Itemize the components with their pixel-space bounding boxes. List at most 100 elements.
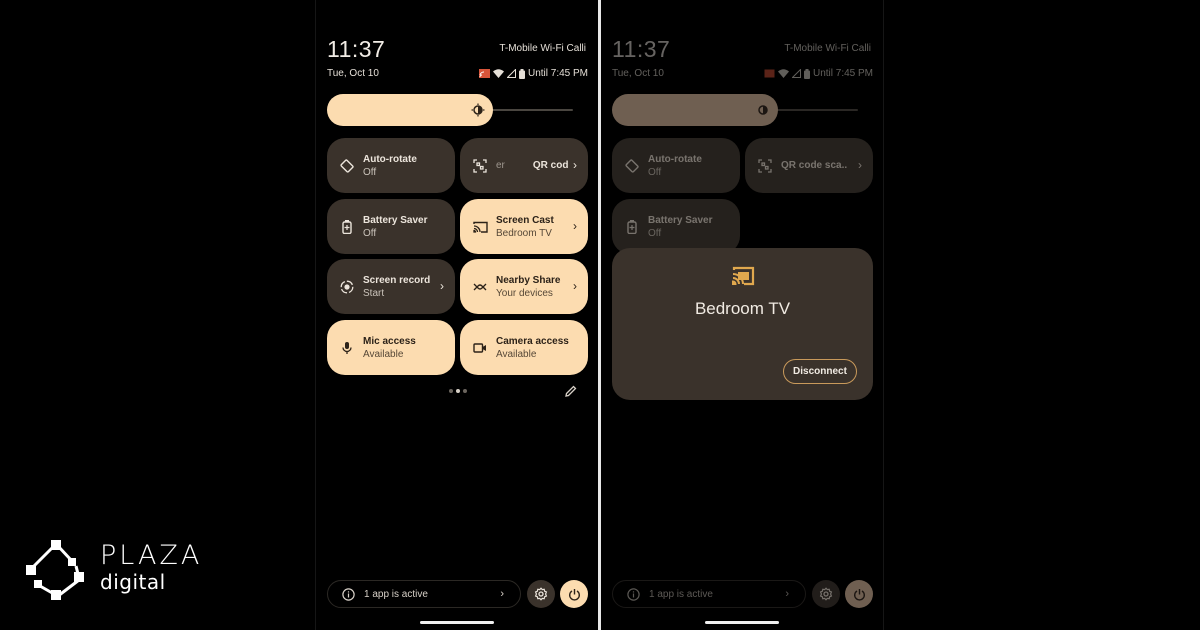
logo-text-primary: PLAZA bbox=[100, 540, 203, 571]
tile-label: Battery Saver bbox=[363, 214, 428, 226]
tile-sublabel: Available bbox=[363, 348, 404, 360]
qr-scanner-icon bbox=[472, 158, 488, 174]
brightness-fill[interactable] bbox=[327, 94, 493, 126]
tile-camera-access[interactable]: Camera access Available bbox=[460, 320, 588, 375]
page-dot bbox=[449, 389, 453, 393]
info-icon bbox=[627, 587, 640, 601]
home-gesture-bar[interactable] bbox=[705, 621, 779, 624]
date: Tue, Oct 10 bbox=[327, 68, 379, 79]
tile-auto-rotate[interactable]: Auto-rotate Off bbox=[612, 138, 740, 193]
battery-saver-icon bbox=[339, 219, 355, 235]
right-phone-screen: 11:37 Tue, Oct 10 T-Mobile Wi-Fi Calli U… bbox=[601, 0, 884, 630]
signal-icon bbox=[506, 69, 516, 78]
page-dot bbox=[463, 389, 467, 393]
tile-sublabel: Your devices bbox=[496, 287, 553, 299]
tile-mic-access[interactable]: Mic access Available bbox=[327, 320, 455, 375]
active-apps-label: 1 app is active bbox=[364, 588, 428, 600]
cast-icon bbox=[478, 69, 490, 78]
clock: 11:37 bbox=[327, 36, 386, 62]
cast-icon bbox=[764, 69, 775, 78]
settings-button[interactable] bbox=[527, 580, 555, 608]
battery-icon bbox=[803, 68, 810, 79]
qr-scanner-icon bbox=[757, 158, 773, 174]
status-bar: Until 7:45 PM bbox=[764, 68, 873, 79]
logo-mark-icon bbox=[26, 540, 84, 600]
home-gesture-bar[interactable] bbox=[420, 621, 494, 624]
screen-record-icon bbox=[339, 279, 355, 295]
battery-status: Until 7:45 PM bbox=[527, 68, 588, 79]
tile-battery-saver[interactable]: Battery Saver Off bbox=[327, 199, 455, 254]
auto-rotate-icon bbox=[339, 158, 355, 174]
power-icon bbox=[853, 588, 865, 601]
wifi-icon bbox=[492, 69, 504, 78]
tile-sublabel: Off bbox=[363, 166, 377, 178]
tile-label: Auto-rotate bbox=[363, 153, 417, 165]
camera-icon bbox=[472, 340, 488, 356]
active-apps-label: 1 app is active bbox=[649, 588, 713, 600]
battery-icon bbox=[518, 68, 525, 79]
chevron-right-icon: › bbox=[858, 158, 862, 172]
chevron-right-icon: › bbox=[785, 588, 789, 600]
tile-screen-record[interactable]: Screen record Start › bbox=[327, 259, 455, 314]
brightness-slider[interactable] bbox=[327, 94, 573, 126]
active-apps-button[interactable]: 1 app is active › bbox=[327, 580, 521, 608]
settings-button[interactable] bbox=[812, 580, 840, 608]
disconnect-button[interactable]: Disconnect bbox=[783, 359, 857, 384]
tile-label: Auto-rotate bbox=[648, 153, 702, 165]
active-apps-button[interactable]: 1 app is active › bbox=[612, 580, 806, 608]
tile-sublabel: Off bbox=[648, 227, 662, 239]
tile-sublabel: Available bbox=[496, 348, 537, 360]
chevron-right-icon: › bbox=[573, 219, 577, 233]
chevron-right-icon: › bbox=[440, 279, 444, 293]
left-phone-screen: 11:37 Tue, Oct 10 T-Mobile Wi-Fi Calli U… bbox=[315, 0, 598, 630]
nearby-share-icon bbox=[472, 279, 488, 295]
tile-label: Screen Cast bbox=[496, 214, 554, 226]
tile-qr-scanner[interactable]: er QR cod › bbox=[460, 138, 588, 193]
tile-label: Camera access bbox=[496, 335, 569, 347]
wifi-icon bbox=[777, 69, 789, 78]
chevron-right-icon: › bbox=[500, 588, 504, 600]
gear-icon bbox=[819, 587, 833, 601]
tile-label: Battery Saver bbox=[648, 214, 713, 226]
brightness-fill[interactable] bbox=[612, 94, 778, 126]
cast-icon bbox=[472, 219, 488, 235]
carrier-label: T-Mobile Wi-Fi Calli bbox=[784, 43, 871, 54]
tile-qr-scanner[interactable]: QR code sca.. › bbox=[745, 138, 873, 193]
date: Tue, Oct 10 bbox=[612, 68, 664, 79]
info-icon bbox=[342, 587, 355, 601]
tile-sublabel: Off bbox=[363, 227, 377, 239]
tile-label: Screen record bbox=[363, 274, 431, 286]
plaza-digital-logo: PLAZA digital bbox=[26, 540, 199, 600]
tile-sublabel: Start bbox=[363, 287, 385, 299]
page-dot-active bbox=[456, 389, 460, 393]
auto-rotate-icon bbox=[624, 158, 640, 174]
logo-text-secondary: digital bbox=[100, 570, 166, 594]
brightness-icon bbox=[758, 105, 768, 115]
status-bar: Until 7:45 PM bbox=[478, 68, 588, 79]
edit-pencil-icon[interactable] bbox=[564, 384, 578, 398]
tile-screen-cast[interactable]: Screen Cast Bedroom TV › bbox=[460, 199, 588, 254]
gear-icon bbox=[534, 587, 548, 601]
power-button[interactable] bbox=[845, 580, 873, 608]
battery-saver-icon bbox=[624, 219, 640, 235]
signal-icon bbox=[791, 69, 801, 78]
tile-sublabel: Bedroom TV bbox=[496, 227, 552, 239]
tile-label: QR cod bbox=[532, 160, 569, 171]
cast-device-name: Bedroom TV bbox=[694, 299, 791, 318]
tile-battery-saver[interactable]: Battery Saver Off bbox=[612, 199, 740, 254]
cast-icon bbox=[732, 266, 755, 286]
tile-sublabel: Off bbox=[648, 166, 662, 178]
tile-label: Mic access bbox=[363, 335, 416, 347]
battery-status: Until 7:45 PM bbox=[812, 68, 873, 79]
cast-dialog: Bedroom TV Disconnect bbox=[612, 248, 873, 400]
power-icon bbox=[568, 588, 580, 601]
tile-auto-rotate[interactable]: Auto-rotate Off bbox=[327, 138, 455, 193]
chevron-right-icon: › bbox=[573, 279, 577, 293]
page-indicator bbox=[449, 389, 467, 393]
mic-icon bbox=[339, 340, 355, 356]
chevron-right-icon: › bbox=[573, 158, 577, 172]
brightness-icon bbox=[471, 103, 485, 117]
tile-nearby-share[interactable]: Nearby Share Your devices › bbox=[460, 259, 588, 314]
brightness-slider[interactable] bbox=[612, 94, 858, 126]
power-button[interactable] bbox=[560, 580, 588, 608]
